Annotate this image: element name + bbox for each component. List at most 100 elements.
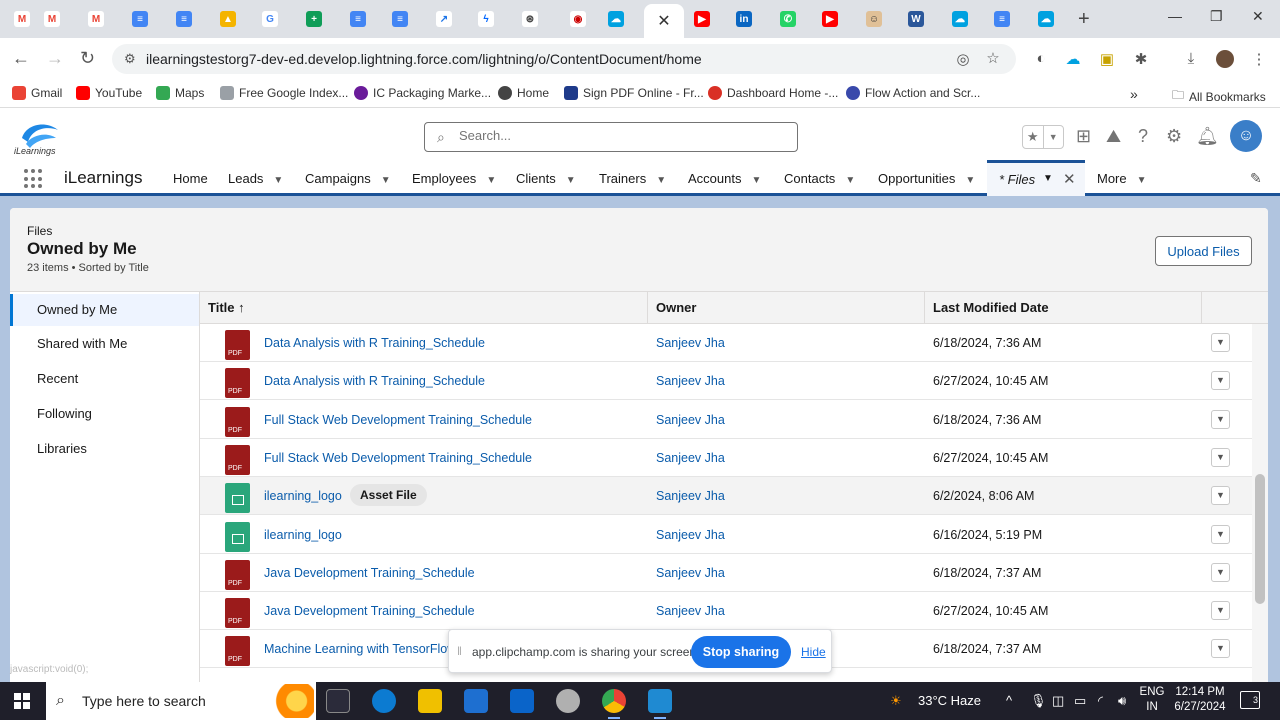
reload-icon[interactable]: ↻ xyxy=(80,48,95,69)
restore-icon[interactable]: ❐ xyxy=(1210,8,1223,25)
nav-home[interactable]: Home xyxy=(173,171,208,186)
tab-powerautomate[interactable]: ϟ xyxy=(466,6,506,32)
tab-google[interactable]: G xyxy=(250,6,290,32)
tab-active[interactable]: ✕ xyxy=(644,4,684,38)
table-row[interactable]: Full Stack Web Development Training_Sche… xyxy=(200,401,1252,439)
file-title-link[interactable]: Java Development Training_Schedule xyxy=(264,604,475,618)
star-icon[interactable]: ★ xyxy=(1023,126,1043,148)
row-actions-icon[interactable]: ▼ xyxy=(1211,639,1230,659)
edge-icon[interactable] xyxy=(372,689,396,713)
owner-link[interactable]: Sanjeev Jha xyxy=(656,336,725,350)
row-actions-icon[interactable]: ▼ xyxy=(1211,524,1230,544)
tab-docs-4[interactable]: ≡ xyxy=(380,6,420,32)
chevron-down-icon[interactable]: ▼ xyxy=(566,175,576,186)
table-row[interactable]: ilearning_logo Sanjeev Jha 6/16/2024, 5:19… xyxy=(200,516,1252,554)
caret-down-icon[interactable]: ▼ xyxy=(1137,175,1147,186)
table-scrollbar[interactable] xyxy=(1252,324,1268,684)
chevron-down-icon[interactable]: ▼ xyxy=(656,175,666,186)
nav-clients[interactable]: Clients ▼ xyxy=(516,171,576,186)
chrome-icon[interactable] xyxy=(602,689,626,719)
nav-trainers[interactable]: Trainers ▼ xyxy=(599,171,666,186)
nav-campaigns[interactable]: Campaigns ▼ xyxy=(305,171,391,186)
nav-more[interactable]: More ▼ xyxy=(1097,171,1147,186)
file-explorer-icon[interactable] xyxy=(418,689,442,713)
search-ext-icon[interactable]: ▣ xyxy=(1098,50,1116,68)
row-actions-icon[interactable]: ▼ xyxy=(1211,447,1230,467)
chevron-up-icon[interactable]: ^ xyxy=(1006,693,1012,708)
store-icon[interactable] xyxy=(464,689,488,713)
favorites-button[interactable]: ★ ▼ xyxy=(1022,125,1064,149)
column-header-title[interactable]: Title ↑ xyxy=(200,292,648,324)
tab-salesforce[interactable]: ☁ xyxy=(596,6,636,32)
table-row[interactable]: Data Analysis with R Training_Schedule Sa… xyxy=(200,324,1252,362)
tab-profile[interactable]: ☺ xyxy=(854,6,894,32)
stop-sharing-button[interactable]: Stop sharing xyxy=(691,636,791,668)
more-bookmarks-icon[interactable]: » xyxy=(1130,86,1138,102)
weather-icon[interactable]: ☀ xyxy=(890,693,902,709)
bookmark-dashboard[interactable]: Dashboard Home -... xyxy=(708,86,838,100)
nav-contacts[interactable]: Contacts ▼ xyxy=(784,171,855,186)
chevron-down-icon[interactable]: ▼ xyxy=(381,175,391,186)
tab-analytics[interactable]: ↗ xyxy=(424,6,464,32)
chevron-down-icon[interactable]: ▼ xyxy=(273,175,283,186)
battery-icon[interactable]: ▭ xyxy=(1074,693,1086,709)
bookmark-ic-packaging[interactable]: IC Packaging Marke... xyxy=(354,86,491,100)
profile-avatar-icon[interactable] xyxy=(1216,50,1234,68)
close-tab-icon[interactable]: ✕ xyxy=(657,11,670,31)
bookmark-youtube[interactable]: YouTube xyxy=(76,86,142,100)
nav-opportunities[interactable]: Opportunities ▼ xyxy=(878,171,975,186)
tab-sheets[interactable]: + xyxy=(294,6,334,32)
file-title-link[interactable]: ilearning_logo xyxy=(264,489,342,503)
file-title-link[interactable]: Full Stack Web Development Training_Sche… xyxy=(264,451,532,465)
all-bookmarks[interactable]: 🗀 All Bookmarks xyxy=(1172,86,1266,107)
row-actions-icon[interactable]: ▼ xyxy=(1211,601,1230,621)
volume-icon[interactable]: 🔊︎ xyxy=(1118,693,1126,709)
column-header-owner[interactable]: Owner xyxy=(648,292,925,324)
sidebar-item-owned-by-me[interactable]: Owned by Me xyxy=(10,294,199,326)
file-title-link[interactable]: Full Stack Web Development Training_Sche… xyxy=(264,413,532,427)
scrollbar-thumb[interactable] xyxy=(1255,474,1265,604)
tab-salesforce-2[interactable]: ☁ xyxy=(940,6,980,32)
bookmark-sign-pdf[interactable]: Sign PDF Online - Fr... xyxy=(564,86,704,100)
file-title-link[interactable]: Machine Learning with TensorFlow xyxy=(264,642,456,656)
new-tab-icon[interactable]: + xyxy=(1078,8,1090,31)
tab-docs-3[interactable]: ≡ xyxy=(338,6,378,32)
mail-icon[interactable] xyxy=(510,689,534,713)
owner-link[interactable]: Sanjeev Jha xyxy=(656,528,725,542)
nav-files-tab[interactable]: * Files ▼ ✕ xyxy=(987,160,1085,196)
tab-docs[interactable]: ≡ xyxy=(120,6,160,32)
tab-whatsapp[interactable]: ✆ xyxy=(768,6,808,32)
column-header-last-modified[interactable]: Last Modified Date xyxy=(925,292,1202,324)
hide-link[interactable]: Hide xyxy=(801,645,826,659)
tab-openai[interactable]: ⊛ xyxy=(510,6,550,32)
language-indicator[interactable]: ENG IN xyxy=(1132,685,1172,715)
row-actions-icon[interactable]: ▼ xyxy=(1211,333,1230,352)
notification-bell-icon[interactable]: 🔔︎ xyxy=(1196,126,1219,147)
sidebar-item-shared-with-me[interactable]: Shared with Me xyxy=(10,328,199,360)
bookmark-google-index[interactable]: Free Google Index... xyxy=(220,86,348,100)
app-launcher-icon[interactable] xyxy=(24,169,44,189)
eye-off-icon[interactable]: ◎ xyxy=(954,50,972,68)
user-avatar[interactable]: ☺ xyxy=(1230,120,1262,152)
tab-gmail-2[interactable]: M xyxy=(32,6,72,32)
tab-gmail-3[interactable]: M xyxy=(76,6,116,32)
owner-link[interactable]: Sanjeev Jha xyxy=(656,374,725,388)
tab-youtube-2[interactable]: ▶ xyxy=(810,6,850,32)
system-clock[interactable]: 12:14 PM 6/27/2024 xyxy=(1170,685,1230,715)
tab-drive[interactable]: ▲ xyxy=(208,6,248,32)
vscode-icon[interactable] xyxy=(648,689,672,719)
owner-link[interactable]: Sanjeev Jha xyxy=(656,604,725,618)
row-actions-icon[interactable]: ▼ xyxy=(1211,486,1230,506)
row-actions-icon[interactable]: ▼ xyxy=(1211,371,1230,391)
chevron-down-icon[interactable]: ▼ xyxy=(1042,126,1064,148)
file-title-link[interactable]: Data Analysis with R Training_Schedule xyxy=(264,374,485,388)
sidebar-item-recent[interactable]: Recent xyxy=(10,363,199,395)
chevron-down-icon[interactable]: ▼ xyxy=(751,175,761,186)
tab-word[interactable]: W xyxy=(896,6,936,32)
bookmark-maps[interactable]: Maps xyxy=(156,86,204,100)
sidebar-item-following[interactable]: Following xyxy=(10,398,199,430)
task-view-icon[interactable] xyxy=(326,689,350,713)
chevron-down-icon[interactable]: ▼ xyxy=(845,175,855,186)
puzzle-icon[interactable]: ✱ xyxy=(1132,50,1150,68)
extension-icon[interactable]: ◐ xyxy=(1032,50,1050,68)
